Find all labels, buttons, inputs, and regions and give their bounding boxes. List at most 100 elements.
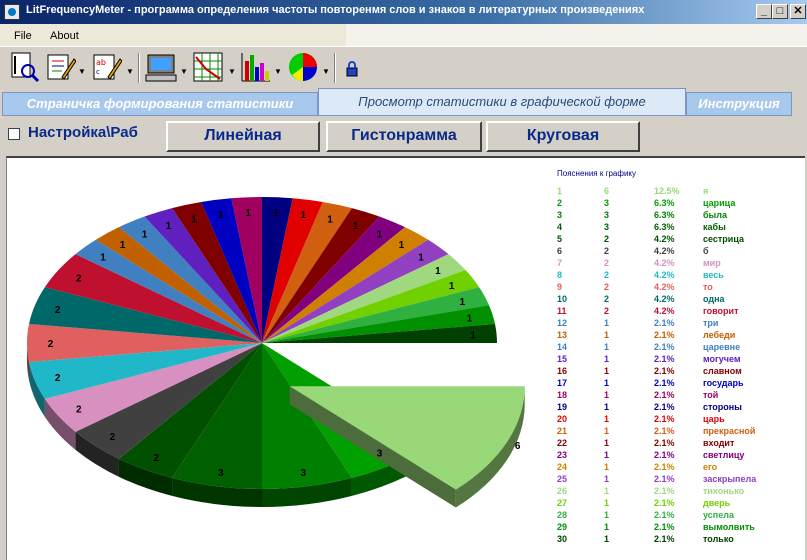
legend-word: царица bbox=[703, 198, 736, 208]
menu-about[interactable]: About bbox=[50, 30, 79, 42]
title-bar: LitFrequencyMeter - программа определени… bbox=[0, 0, 807, 24]
legend-n: 20 bbox=[557, 414, 568, 424]
legend-n: 4 bbox=[557, 222, 563, 232]
chevron-down-icon[interactable]: ▼ bbox=[322, 67, 330, 76]
legend-row: 17 1 2.1% государь bbox=[557, 378, 797, 390]
legend-count: 6 bbox=[604, 186, 610, 196]
pie-slice-label: 1 bbox=[100, 252, 106, 263]
settings-checkbox[interactable] bbox=[8, 128, 20, 140]
legend-title: Пояснения к графику bbox=[557, 169, 637, 178]
legend-pct: 2.1% bbox=[654, 378, 675, 388]
legend-pct: 2.1% bbox=[654, 330, 675, 340]
legend-word: дверь bbox=[703, 498, 731, 508]
legend-n: 26 bbox=[557, 486, 568, 496]
window-title: LitFrequencyMeter - программа определени… bbox=[26, 4, 645, 16]
chevron-down-icon[interactable]: ▼ bbox=[274, 67, 282, 76]
legend-row: 29 1 2.1% вымолвить bbox=[557, 522, 797, 534]
legend-word: б bbox=[703, 246, 709, 256]
legend-n: 9 bbox=[557, 282, 563, 292]
pie-slice-label: 1 bbox=[120, 240, 126, 251]
legend-count: 3 bbox=[604, 222, 610, 232]
chevron-down-icon[interactable]: ▼ bbox=[126, 67, 134, 76]
legend-n: 2 bbox=[557, 198, 563, 208]
pie-slice-label: 2 bbox=[153, 453, 159, 464]
minimize-icon[interactable]: _ bbox=[756, 4, 772, 19]
legend-n: 10 bbox=[557, 294, 568, 304]
pie-slice-label: 1 bbox=[327, 215, 333, 226]
maximize-icon[interactable]: □ bbox=[772, 4, 788, 19]
tab-statistics-graphic[interactable]: Просмотр статистики в графической форме bbox=[318, 88, 686, 116]
legend-row: 11 2 4.2% говорит bbox=[557, 306, 797, 318]
legend-word: весь bbox=[703, 270, 724, 280]
legend-pct: 4.2% bbox=[654, 258, 675, 268]
legend-pct: 2.1% bbox=[654, 402, 675, 412]
legend-word: я bbox=[703, 186, 709, 196]
legend-word: заскрыпела bbox=[703, 474, 757, 484]
legend-row: 1 6 12.5% я bbox=[557, 186, 797, 198]
legend-count: 1 bbox=[604, 402, 610, 412]
pie-slice-label: 2 bbox=[55, 373, 61, 384]
legend-row: 20 1 2.1% царь bbox=[557, 414, 797, 426]
legend-n: 24 bbox=[557, 462, 568, 472]
legend-pct: 4.2% bbox=[654, 282, 675, 292]
chevron-down-icon[interactable]: ▼ bbox=[180, 67, 188, 76]
pie-chart-icon[interactable] bbox=[286, 51, 320, 85]
legend-row: 27 1 2.1% дверь bbox=[557, 498, 797, 510]
tab-instructions[interactable]: Инструкция bbox=[686, 92, 792, 116]
legend-row: 8 2 4.2% весь bbox=[557, 270, 797, 282]
toolbar: ▼ ab c ▼ ▼ ▼ ▼ ▼ bbox=[0, 46, 807, 89]
pie-chart: 6333222222211111 1 1 1 1 1111111111 bbox=[27, 197, 525, 508]
legend-pct: 2.1% bbox=[654, 474, 675, 484]
legend-pct: 4.2% bbox=[654, 270, 675, 280]
legend-n: 22 bbox=[557, 438, 568, 448]
pie-slice-label: 1 bbox=[449, 281, 455, 292]
legend-pct: 2.1% bbox=[654, 390, 675, 400]
legend-row: 13 1 2.1% лебеди bbox=[557, 330, 797, 342]
legend-count: 3 bbox=[604, 210, 610, 220]
legend-n: 7 bbox=[557, 258, 563, 268]
legend-word: мир bbox=[703, 258, 721, 268]
legend-row: 3 3 6.3% была bbox=[557, 210, 797, 222]
legend-pct: 12.5% bbox=[654, 186, 680, 196]
legend-n: 21 bbox=[557, 426, 568, 436]
legend-pct: 2.1% bbox=[654, 354, 675, 364]
legend-pct: 2.1% bbox=[654, 414, 675, 424]
legend-n: 6 bbox=[557, 246, 563, 256]
legend-word: тихонько bbox=[703, 486, 745, 496]
computer-icon[interactable] bbox=[144, 51, 178, 85]
legend-word: сестрица bbox=[703, 234, 744, 244]
histogram-chart-button[interactable]: Гистонрамма bbox=[326, 121, 482, 152]
chevron-down-icon[interactable]: ▼ bbox=[228, 67, 236, 76]
close-icon[interactable]: ✕ bbox=[790, 4, 806, 19]
legend-word: той bbox=[703, 390, 719, 400]
legend-word: прекрасной bbox=[703, 426, 756, 436]
pie-slice-label: 2 bbox=[76, 273, 82, 284]
legend-count: 1 bbox=[604, 438, 610, 448]
legend-count: 2 bbox=[604, 246, 610, 256]
legend-n: 12 bbox=[557, 318, 568, 328]
app-icon bbox=[4, 4, 20, 20]
tab-statistics-forming[interactable]: Страничка формирования статистики bbox=[2, 92, 318, 116]
legend-pct: 4.2% bbox=[654, 246, 675, 256]
legend-word: только bbox=[703, 534, 734, 544]
edit-document-icon[interactable] bbox=[44, 51, 76, 85]
grid-chart-icon[interactable] bbox=[192, 51, 224, 85]
legend-count: 2 bbox=[604, 306, 610, 316]
abc-document-icon[interactable]: ab c bbox=[90, 51, 122, 85]
legend-word: могучем bbox=[703, 354, 741, 364]
pie-slice-label: 1 bbox=[166, 221, 172, 232]
legend-word: была bbox=[703, 210, 727, 220]
menu-file[interactable]: File bbox=[14, 30, 32, 42]
chevron-down-icon[interactable]: ▼ bbox=[78, 67, 86, 76]
linear-chart-button[interactable]: Линейная bbox=[166, 121, 320, 152]
legend-pct: 2.1% bbox=[654, 438, 675, 448]
bar-chart-icon[interactable] bbox=[240, 51, 272, 85]
legend-n: 30 bbox=[557, 534, 568, 544]
pie-chart-button[interactable]: Круговая bbox=[486, 121, 640, 152]
legend-pct: 6.3% bbox=[654, 210, 675, 220]
legend-count: 1 bbox=[604, 462, 610, 472]
open-document-icon[interactable] bbox=[8, 51, 40, 85]
legend-row: 21 1 2.1% прекрасной bbox=[557, 426, 797, 438]
legend-n: 11 bbox=[557, 306, 567, 316]
pie-slice-label: 1 bbox=[377, 230, 383, 241]
